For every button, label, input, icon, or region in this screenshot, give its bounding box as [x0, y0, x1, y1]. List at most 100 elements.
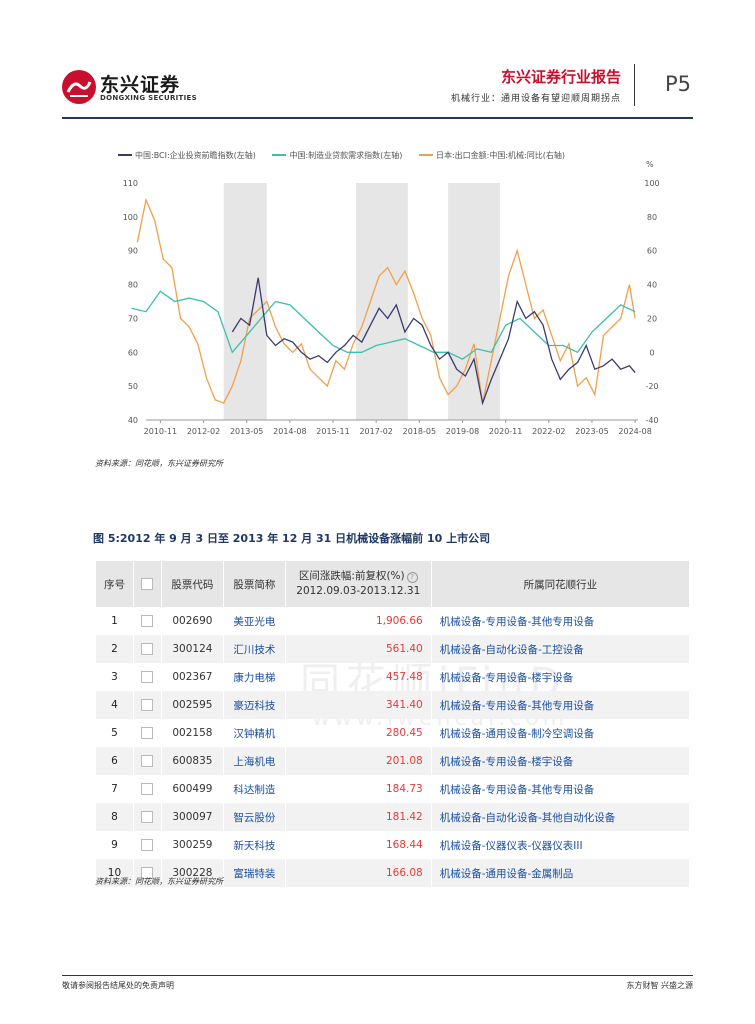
line-chart: 中国:BCI:企业投资前瞻指数(左轴) 中国:制造业贷款需求指数(左轴) 日本:…: [108, 145, 668, 445]
stock-code: 002690: [160, 607, 224, 635]
row-checkbox-cell[interactable]: [132, 607, 162, 635]
row-checkbox-cell[interactable]: [132, 803, 162, 831]
header-code[interactable]: 股票代码: [160, 561, 224, 607]
y-right-tick-label: 40: [647, 281, 657, 290]
industry-label[interactable]: 机械设备-通用设备-制冷空调设备: [430, 719, 689, 747]
table-row[interactable]: 6 600835 上海机电 201.08 机械设备-专用设备-楼宇设备: [95, 747, 689, 775]
range-change-value: 561.40: [284, 635, 432, 663]
row-checkbox[interactable]: [141, 727, 154, 739]
industry-label[interactable]: 机械设备-专用设备-其他专用设备: [430, 607, 689, 635]
x-tick-label: 2015-11: [316, 427, 349, 436]
table-row[interactable]: 5 002158 汉钟精机 280.45 机械设备-通用设备-制冷空调设备: [95, 719, 689, 747]
industry-label[interactable]: 机械设备-专用设备-其他专用设备: [430, 775, 689, 803]
footer-slogan: 东方财智 兴盛之源: [626, 981, 693, 990]
industry-label[interactable]: 机械设备-通用设备-金属制品: [430, 859, 689, 887]
stock-code: 600835: [160, 747, 224, 775]
stock-code: 002367: [160, 663, 224, 691]
row-checkbox-cell[interactable]: [132, 747, 162, 775]
stock-name[interactable]: 康力电梯: [222, 663, 286, 691]
row-checkbox[interactable]: [141, 839, 154, 851]
stock-name[interactable]: 新天科技: [222, 831, 286, 859]
shaded-period: [356, 183, 408, 420]
row-checkbox[interactable]: [141, 615, 154, 627]
row-index: 3: [95, 663, 134, 691]
row-checkbox[interactable]: [141, 671, 154, 683]
row-index: 2: [95, 635, 134, 663]
row-index: 5: [95, 719, 134, 747]
table-row[interactable]: 8 300097 智云股份 181.42 机械设备-自动化设备-其他自动化设备: [95, 803, 689, 831]
row-checkbox-cell[interactable]: [132, 691, 162, 719]
range-change-value: 201.08: [284, 747, 432, 775]
table-row[interactable]: 9 300259 新天科技 168.44 机械设备-仪器仪表-仪器仪表III: [95, 831, 689, 859]
stock-name[interactable]: 上海机电: [222, 747, 286, 775]
industry-label[interactable]: 机械设备-专用设备-楼宇设备: [430, 747, 689, 775]
header-checkbox[interactable]: [132, 561, 162, 607]
logo-en-text: DONGXING SECURITIES: [100, 94, 197, 102]
row-checkbox[interactable]: [141, 811, 154, 823]
header-index: 序号: [95, 561, 134, 607]
industry-label[interactable]: 机械设备-自动化设备-工控设备: [430, 635, 689, 663]
y-right-tick-label: 100: [644, 179, 659, 188]
figure-title: 图 5:2012 年 9 月 3 日至 2013 年 12 月 31 日机械设备…: [93, 532, 491, 545]
x-tick-label: 2010-11: [144, 427, 177, 436]
table-row[interactable]: 1 002690 美亚光电 1,906.66 机械设备-专用设备-其他专用设备: [95, 607, 689, 635]
range-change-value: 181.42: [284, 803, 432, 831]
stock-name[interactable]: 美亚光电: [222, 607, 286, 635]
range-change-value: 1,906.66: [284, 607, 432, 635]
industry-label[interactable]: 机械设备-自动化设备-其他自动化设备: [430, 803, 689, 831]
x-tick-label: 2014-08: [273, 427, 306, 436]
row-checkbox[interactable]: [141, 699, 154, 711]
header-divider: [634, 64, 635, 106]
y-left-tick-label: 100: [123, 213, 138, 222]
range-change-value: 166.08: [284, 859, 432, 887]
y-right-tick-label: 80: [647, 213, 657, 222]
stock-name[interactable]: 豪迈科技: [222, 691, 286, 719]
header-name[interactable]: 股票简称: [222, 561, 286, 607]
help-icon[interactable]: ?: [406, 572, 418, 583]
top10-table: 序号 股票代码 股票简称 区间涨跌幅:前复权(%)? 2012.09.03-20…: [95, 561, 689, 887]
industry-label[interactable]: 机械设备-专用设备-楼宇设备: [430, 663, 689, 691]
header-industry[interactable]: 所属同花顺行业: [430, 561, 689, 607]
x-tick-label: 2013-05: [230, 427, 263, 436]
table-row[interactable]: 3 002367 康力电梯 457.48 机械设备-专用设备-楼宇设备: [95, 663, 689, 691]
stock-name[interactable]: 科达制造: [222, 775, 286, 803]
range-change-value: 341.40: [284, 691, 432, 719]
select-all-checkbox[interactable]: [141, 578, 154, 590]
y-right-tick-label: 20: [647, 314, 657, 323]
table-row[interactable]: 7 600499 科达制造 184.73 机械设备-专用设备-其他专用设备: [95, 775, 689, 803]
stock-code: 300259: [160, 831, 224, 859]
table-row[interactable]: 4 002595 豪迈科技 341.40 机械设备-专用设备-其他专用设备: [95, 691, 689, 719]
stock-name[interactable]: 智云股份: [222, 803, 286, 831]
y-left-tick-label: 60: [128, 348, 138, 357]
row-checkbox[interactable]: [141, 783, 154, 795]
table-source-note: 资料来源：同花顺，东兴证券研究所: [95, 877, 223, 886]
stock-name[interactable]: 汇川技术: [222, 635, 286, 663]
row-checkbox-cell[interactable]: [132, 775, 162, 803]
header-rule: [62, 117, 693, 119]
shaded-period: [223, 183, 267, 420]
stock-code: 300097: [160, 803, 224, 831]
y-left-tick-label: 90: [128, 247, 138, 256]
series-line-bci: [231, 277, 636, 406]
report-title: 东兴证券行业报告: [500, 68, 621, 86]
row-checkbox-cell[interactable]: [132, 719, 162, 747]
table-row[interactable]: 2 300124 汇川技术 561.40 机械设备-自动化设备-工控设备: [95, 635, 689, 663]
range-change-value: 168.44: [284, 831, 432, 859]
row-index: 9: [95, 831, 134, 859]
row-checkbox-cell[interactable]: [132, 663, 162, 691]
y-left-tick-label: 80: [128, 281, 138, 290]
row-checkbox[interactable]: [141, 755, 154, 767]
x-tick-label: 2023-05: [575, 427, 608, 436]
stock-name[interactable]: 汉钟精机: [222, 719, 286, 747]
industry-label[interactable]: 机械设备-仪器仪表-仪器仪表III: [430, 831, 689, 859]
shaded-period: [448, 183, 500, 420]
row-checkbox-cell[interactable]: [132, 635, 162, 663]
row-checkbox[interactable]: [141, 643, 154, 655]
industry-label[interactable]: 机械设备-专用设备-其他专用设备: [430, 691, 689, 719]
logo-cn-text: 东兴证券: [100, 74, 181, 96]
y-left-tick-label: 110: [123, 179, 138, 188]
row-checkbox-cell[interactable]: [132, 831, 162, 859]
header-range[interactable]: 区间涨跌幅:前复权(%)? 2012.09.03-2013.12.31: [284, 561, 432, 607]
x-tick-label: 2018-05: [403, 427, 436, 436]
stock-name[interactable]: 富瑞特装: [222, 859, 286, 887]
